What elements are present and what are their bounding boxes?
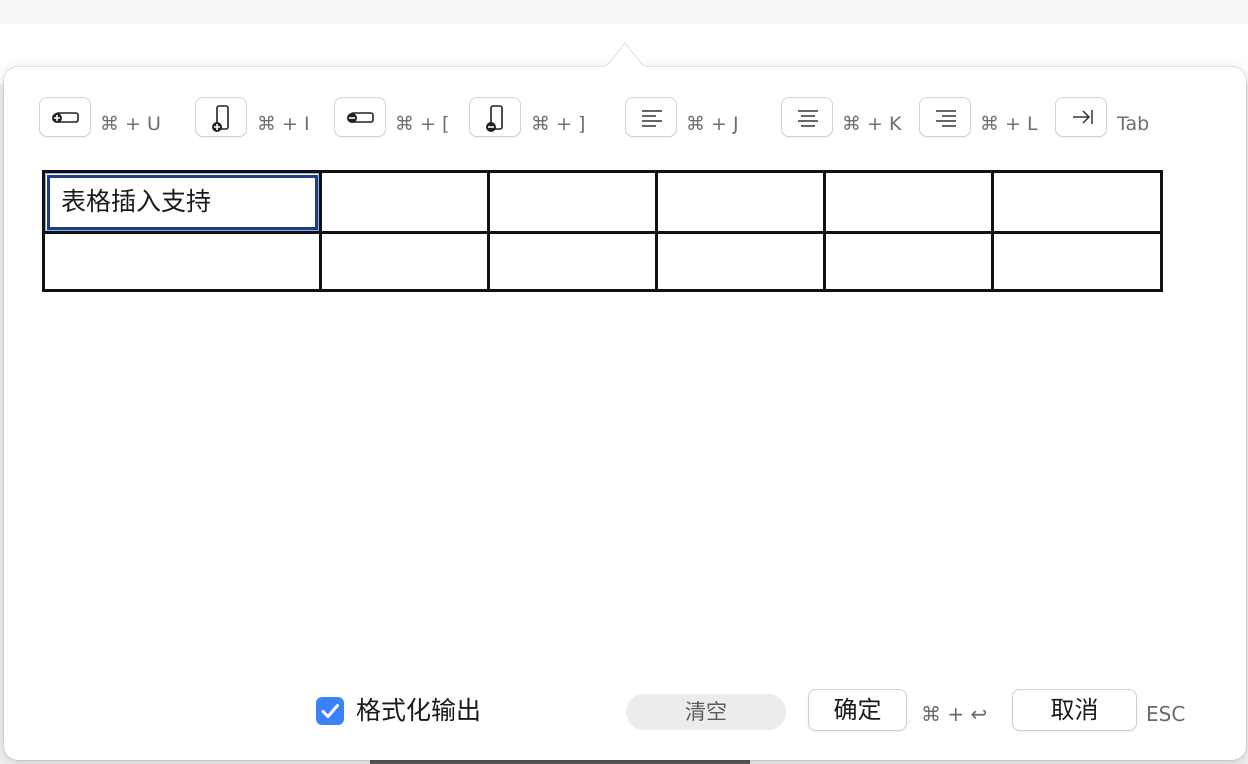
table-cell[interactable] bbox=[319, 170, 490, 234]
delete-column-icon bbox=[486, 105, 503, 132]
popover-arrow bbox=[605, 42, 645, 68]
insert-row-shortcut: ⌘ + U bbox=[100, 113, 161, 135]
align-left-button[interactable] bbox=[625, 97, 677, 137]
delete-column-button[interactable] bbox=[469, 97, 521, 137]
insert-row-button[interactable] bbox=[39, 97, 91, 137]
confirm-shortcut: ⌘ + ↩ bbox=[921, 702, 988, 726]
delete-row-button[interactable] bbox=[334, 97, 386, 137]
next-cell-shortcut: Tab bbox=[1117, 113, 1150, 135]
align-right-button[interactable] bbox=[919, 97, 971, 137]
insert-column-icon bbox=[212, 105, 229, 132]
next-cell-button[interactable] bbox=[1055, 97, 1107, 137]
cancel-button[interactable]: 取消 bbox=[1012, 689, 1137, 731]
table-cell[interactable] bbox=[487, 170, 658, 234]
align-right-icon bbox=[936, 110, 956, 127]
delete-row-icon bbox=[347, 112, 374, 123]
table-cell[interactable] bbox=[991, 231, 1163, 292]
checkmark-icon bbox=[321, 704, 339, 718]
table-cell[interactable] bbox=[655, 231, 826, 292]
align-left-icon bbox=[642, 110, 662, 127]
format-output-checkbox[interactable] bbox=[316, 697, 344, 725]
table-cell[interactable] bbox=[42, 231, 322, 292]
next-cell-tab-icon bbox=[1073, 110, 1093, 124]
delete-row-shortcut: ⌘ + [ bbox=[395, 113, 450, 135]
format-output-label[interactable]: 格式化输出 bbox=[356, 694, 481, 728]
table-row: 表格插入支持 bbox=[42, 170, 1163, 234]
table-row bbox=[42, 231, 1163, 292]
confirm-button[interactable]: 确定 bbox=[808, 689, 907, 731]
insert-column-button[interactable] bbox=[195, 97, 247, 137]
align-right-shortcut: ⌘ + L bbox=[980, 113, 1038, 135]
insert-column-shortcut: ⌘ + I bbox=[257, 113, 310, 135]
align-center-shortcut: ⌘ + K bbox=[842, 113, 902, 135]
table-cell[interactable] bbox=[823, 231, 994, 292]
clear-button[interactable]: 清空 bbox=[626, 694, 786, 730]
table-cell-active[interactable]: 表格插入支持 bbox=[42, 170, 322, 234]
table-cell[interactable] bbox=[319, 231, 490, 292]
align-left-shortcut: ⌘ + J bbox=[686, 113, 739, 135]
table-cell[interactable] bbox=[487, 231, 658, 292]
table-cell[interactable] bbox=[991, 170, 1163, 234]
delete-column-shortcut: ⌘ + ] bbox=[531, 113, 586, 135]
table-cell[interactable] bbox=[823, 170, 994, 234]
cancel-shortcut: ESC bbox=[1146, 702, 1186, 726]
window-top-band bbox=[0, 0, 1248, 24]
insert-row-icon bbox=[52, 112, 79, 123]
align-center-button[interactable] bbox=[781, 97, 833, 137]
align-center-icon bbox=[798, 110, 818, 127]
editable-table: 表格插入支持 bbox=[42, 170, 1163, 292]
table-cell[interactable] bbox=[655, 170, 826, 234]
